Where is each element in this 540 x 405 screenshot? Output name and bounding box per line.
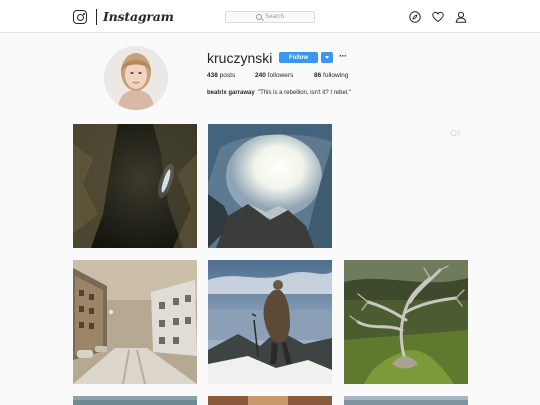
chevron-down-icon bbox=[325, 56, 329, 59]
following-count: 86 bbox=[314, 72, 322, 79]
post-thumbnail[interactable] bbox=[73, 260, 197, 384]
top-navigation-bar: Instagram Search bbox=[0, 0, 540, 33]
post-thumbnail[interactable] bbox=[344, 396, 468, 405]
follow-button[interactable]: Follow bbox=[279, 52, 318, 63]
more-options-button[interactable]: ··· bbox=[339, 51, 347, 61]
posts-count: 438 bbox=[207, 72, 218, 79]
post-thumbnail[interactable] bbox=[344, 260, 468, 384]
post-thumbnail[interactable] bbox=[208, 396, 332, 405]
profile-username: kruczynski bbox=[207, 50, 273, 66]
profile-icon[interactable] bbox=[455, 11, 467, 23]
following-label: following bbox=[323, 72, 349, 79]
followers-stat[interactable]: 240 followers bbox=[255, 72, 293, 79]
profile-bio: beatrix garraway "This is a rebellion, i… bbox=[207, 90, 351, 96]
suggestions-dropdown-button[interactable] bbox=[321, 52, 333, 63]
search-input[interactable]: Search bbox=[225, 11, 315, 23]
bio-text: "This is a rebellion, isn't it? I rebel.… bbox=[258, 90, 351, 96]
instagram-wordmark[interactable]: Instagram bbox=[103, 9, 174, 24]
posts-stat: 438 posts bbox=[207, 72, 235, 79]
post-thumbnail[interactable] bbox=[73, 396, 197, 405]
post-thumbnail[interactable] bbox=[73, 124, 197, 248]
profile-full-name: beatrix garraway bbox=[207, 90, 255, 96]
followers-label: followers bbox=[267, 72, 294, 79]
post-thumbnail[interactable] bbox=[208, 260, 332, 384]
close-icon[interactable] bbox=[450, 129, 461, 137]
posts-label: posts bbox=[219, 72, 236, 79]
instagram-logo-icon[interactable] bbox=[73, 10, 87, 24]
avatar[interactable] bbox=[104, 46, 168, 110]
compass-icon[interactable] bbox=[409, 11, 421, 23]
following-stat[interactable]: 86 following bbox=[314, 72, 348, 79]
followers-count: 240 bbox=[255, 72, 266, 79]
search-placeholder: Search bbox=[264, 14, 284, 20]
heart-icon[interactable] bbox=[432, 11, 444, 23]
logo-divider bbox=[96, 9, 97, 25]
post-thumbnail[interactable] bbox=[208, 124, 332, 248]
search-icon bbox=[255, 14, 262, 20]
